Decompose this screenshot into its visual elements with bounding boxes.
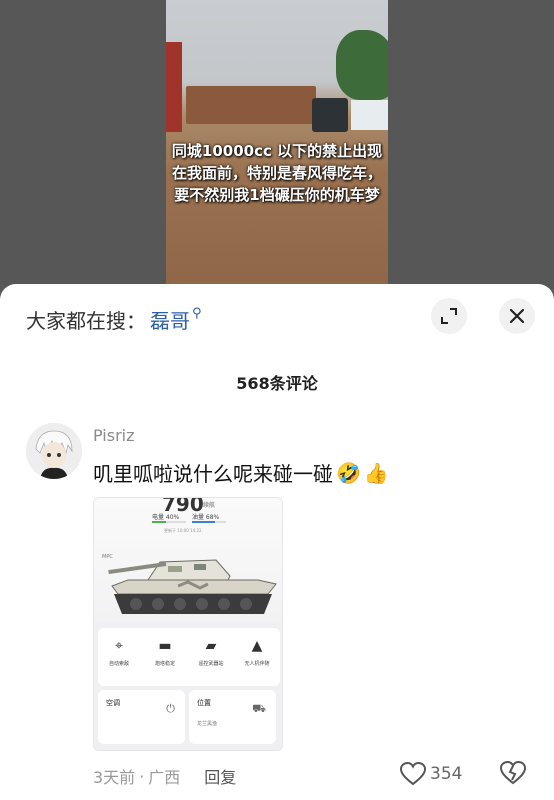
video-scene-wall <box>351 100 388 130</box>
broken-heart-icon <box>499 760 527 785</box>
trending-search[interactable]: 大家都在搜： 磊哥 ⚲ <box>26 304 202 334</box>
dislike-button[interactable] <box>499 760 527 791</box>
image-shortcut-label: 遥控武器站 <box>198 661 224 667</box>
image-shortcut-label: 炮塔稳定 <box>154 661 175 667</box>
expand-icon <box>441 308 457 324</box>
image-shortcut: ▬ 炮塔稳定 <box>144 632 186 667</box>
image-fuel-stat: 油量 68% <box>192 514 220 521</box>
heart-icon <box>400 762 426 786</box>
comment-time: 3天前 <box>93 768 136 787</box>
reply-button[interactable]: 回复 <box>204 764 236 788</box>
trending-search-term[interactable]: 磊哥 <box>150 305 190 334</box>
avatar-image <box>26 423 82 479</box>
image-location-sub: 龙兰黑渔 <box>197 721 218 727</box>
meta-separator: · <box>139 766 145 786</box>
expand-button[interactable] <box>431 298 467 334</box>
image-ac-tile: 空调 ⏻ <box>98 690 185 744</box>
comment-username[interactable]: Pisriz <box>93 426 135 445</box>
image-battery-stat: 电量 40% <box>152 514 180 521</box>
comment-count: 568条评论 <box>236 374 318 393</box>
comment-location: 广西 <box>148 768 181 787</box>
video-caption: 同城10000cc 以下的禁止出现在我面前，特别是春风得吃车，要不然别我1档碾压… <box>171 142 383 204</box>
image-location-label: 位置 <box>197 699 211 707</box>
tank-turret-icon: ▬ <box>158 638 172 654</box>
like-button[interactable]: 354 <box>400 762 462 786</box>
crosshair-icon: ⌖ <box>115 638 123 654</box>
video-scene-truck <box>186 86 316 124</box>
image-location-tile: 位置 ⛟ 龙兰黑渔 <box>189 690 276 744</box>
image-fuel-bar <box>192 521 226 523</box>
tank-illustration <box>108 559 277 614</box>
image-shortcut-grid: ⌖ 自动索敌 ▬ 炮塔稳定 ▰ 遥控武器站 ▲ 无人机伴随 <box>98 628 280 686</box>
close-button[interactable] <box>499 298 535 334</box>
video-background[interactable]: 同城10000cc 以下的禁止出现在我面前，特别是春风得吃车，要不然别我1档碾压… <box>0 0 554 290</box>
image-ac-label: 空调 <box>106 699 120 707</box>
image-vehicle-panel: 790 续航 电量 40% 油量 68% 更新于 10:00 14:22 MPC <box>94 498 282 623</box>
video-scene-truck-left <box>166 42 182 132</box>
image-shortcut: ▲ 无人机伴随 <box>236 632 278 667</box>
image-battery-bar <box>152 521 186 523</box>
image-update-text: 更新于 10:00 14:22 <box>164 528 202 533</box>
comment-meta: 3天前 · 广西 回复 <box>93 764 236 788</box>
like-count: 354 <box>430 764 463 784</box>
trending-search-prefix: 大家都在搜： <box>26 308 146 333</box>
comment-text: 叽里呱啦说什么呢来碰一碰 🤣 👍 <box>93 458 389 487</box>
image-shortcut-label: 无人机伴随 <box>244 661 270 667</box>
image-range-unit: 续航 <box>203 502 216 509</box>
video-scene-tree <box>336 30 388 100</box>
car-icon: ⛟ <box>252 702 266 715</box>
comment-image[interactable]: 790 续航 电量 40% 油量 68% 更新于 10:00 14:22 MPC <box>93 497 283 751</box>
drone-icon: ▲ <box>251 638 263 654</box>
image-shortcut-label: 自动索敌 <box>108 661 129 667</box>
weapon-station-icon: ▰ <box>205 638 217 654</box>
image-shortcut: ⌖ 自动索敌 <box>98 632 140 667</box>
video-frame[interactable]: 同城10000cc 以下的禁止出现在我面前，特别是春风得吃车，要不然别我1档碾压… <box>166 0 388 290</box>
thumbs-up-emoji-icon: 👍 <box>363 460 389 485</box>
comment-body: 叽里呱啦说什么呢来碰一碰 <box>93 462 333 486</box>
comment-sheet: 大家都在搜： 磊哥 ⚲ 568条评论 Pisriz 叽里呱啦说什么呢来碰一碰 🤣… <box>0 284 554 800</box>
power-icon: ⏻ <box>166 702 175 715</box>
image-shortcut: ▰ 遥控武器站 <box>190 632 232 667</box>
search-icon: ⚲ <box>192 305 202 321</box>
laughing-emoji-icon: 🤣 <box>336 460 361 485</box>
avatar[interactable] <box>26 423 82 479</box>
video-scene-truck-cab <box>312 98 348 132</box>
close-icon <box>509 308 525 324</box>
